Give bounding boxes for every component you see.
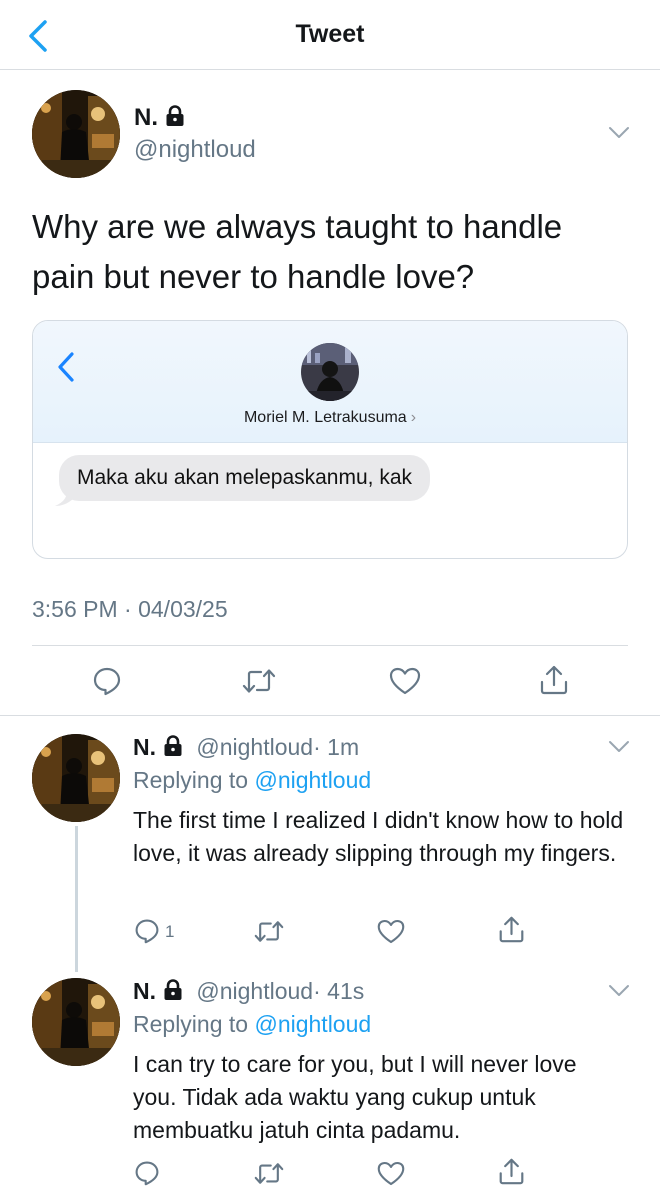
share-icon[interactable] [498, 1157, 525, 1186]
reply-icon[interactable] [92, 666, 122, 696]
replying-to-link[interactable]: @nightloud [254, 1011, 371, 1037]
replying-to-link[interactable]: @nightloud [254, 767, 371, 793]
reply-text: I can try to care for you, but I will ne… [133, 1051, 577, 1143]
divider [0, 715, 660, 716]
chevron-left-icon [58, 352, 74, 382]
thread-line [75, 826, 78, 972]
avatar[interactable] [32, 90, 120, 178]
reply-time: · 1m [313, 734, 360, 760]
replying-to: Replying to @nightloud [133, 1011, 372, 1037]
bubble-tail [55, 491, 73, 506]
attached-image[interactable]: Moriel M. Letrakusuma › Maka aku akan mel… [32, 320, 628, 559]
reply-text: The first time I realized I didn't know … [133, 807, 624, 866]
tweet-timestamp: 3:56 PM · 04/03/25 [32, 596, 228, 622]
avatar[interactable] [32, 734, 120, 822]
lock-icon [164, 735, 182, 756]
reply-header[interactable]: N. @nightloud· 1m [133, 734, 359, 761]
contact-avatar [301, 343, 359, 401]
like-icon[interactable] [389, 667, 421, 695]
reply-header[interactable]: N. @nightloud· 41s [133, 978, 364, 1005]
reply-count: 1 [165, 922, 175, 941]
chevron-down-icon[interactable] [608, 984, 630, 998]
reply-icon[interactable] [134, 918, 160, 944]
reply-icon[interactable] [134, 1160, 160, 1186]
share-icon[interactable] [498, 915, 525, 944]
replying-to: Replying to @nightloud [133, 767, 372, 793]
like-icon[interactable] [377, 1161, 405, 1186]
reply-handle: @nightloud [196, 978, 314, 1004]
retweet-icon[interactable] [254, 1161, 284, 1186]
reply-time: · 41s [313, 978, 365, 1004]
page-title: Tweet [295, 20, 365, 48]
lock-icon [164, 979, 182, 1000]
retweet-icon[interactable] [242, 667, 276, 695]
message-header: Moriel M. Letrakusuma › [33, 321, 627, 443]
reply-handle: @nightloud [196, 734, 314, 760]
top-bar: Tweet [0, 0, 660, 70]
author-name[interactable]: N. [134, 104, 186, 132]
like-icon[interactable] [377, 919, 405, 944]
chevron-down-icon[interactable] [608, 126, 630, 140]
message-bubble: Maka aku akan melepaskanmu, kak [59, 455, 431, 501]
avatar[interactable] [32, 978, 120, 1066]
share-icon[interactable] [539, 664, 569, 696]
divider [32, 645, 628, 646]
contact-name: Moriel M. Letrakusuma › [243, 409, 417, 426]
lock-icon [166, 105, 184, 126]
chevron-down-icon[interactable] [608, 740, 630, 754]
tweet-text: Why are we always taught to handle pain … [32, 208, 563, 295]
chevron-right-icon: › [410, 409, 417, 426]
author-handle[interactable]: @nightloud [134, 136, 256, 164]
retweet-icon[interactable] [254, 919, 284, 944]
